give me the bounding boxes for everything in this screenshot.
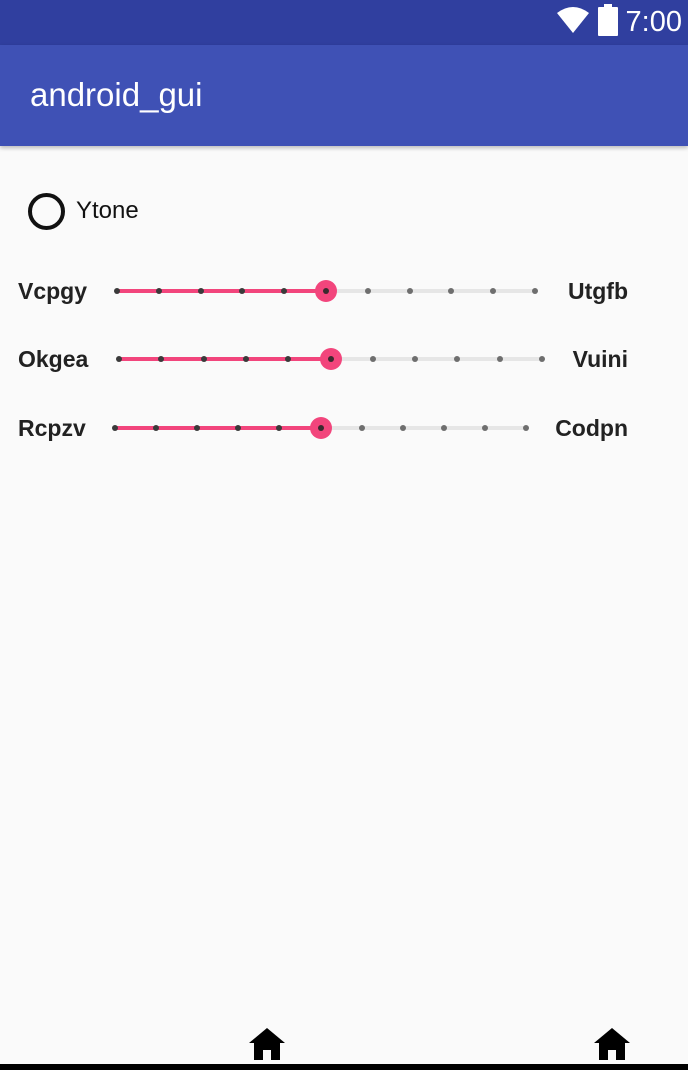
app-bar: android_gui	[0, 45, 688, 146]
slider-right-label: Codpn	[555, 415, 628, 441]
app-title: android_gui	[30, 76, 203, 113]
seekbar-tick	[158, 356, 165, 362]
seekbar-tick	[406, 288, 413, 294]
seekbar-tick	[539, 356, 545, 362]
seekbar-tick	[364, 288, 371, 294]
seekbar-tick	[490, 288, 497, 294]
slider-row: Vcpgy Utgfb	[0, 271, 688, 311]
seekbar-tick	[155, 288, 162, 294]
seekbar-tick	[200, 356, 207, 362]
slider-right-label: Utgfb	[567, 278, 628, 304]
seekbar-tick	[496, 356, 503, 362]
bottom-bar	[0, 1064, 688, 1070]
seekbar[interactable]	[116, 339, 545, 379]
slider-left-label: Okgea	[18, 346, 89, 372]
seekbar-tick	[194, 425, 201, 431]
seekbar-tick	[281, 288, 288, 294]
seekbar-tick	[276, 425, 283, 431]
seekbar-tick	[235, 425, 242, 431]
radio-button-ytone[interactable]: Ytone	[28, 192, 139, 230]
seekbar-tick	[116, 356, 122, 362]
status-time: 7:00	[625, 6, 682, 38]
seekbar-progress	[117, 289, 326, 293]
wifi-icon	[556, 6, 590, 39]
seekbar-tick	[112, 425, 118, 431]
seekbar-thumb[interactable]	[319, 348, 342, 370]
seekbar-tick	[242, 356, 249, 362]
seekbar-tick	[369, 356, 376, 362]
slider-right-label: Vuini	[572, 346, 628, 372]
seekbar-tick	[532, 288, 538, 294]
seekbar-tick	[454, 356, 461, 362]
seekbar-tick	[448, 288, 455, 294]
seekbar-progress	[115, 426, 321, 430]
seekbar[interactable]	[112, 408, 529, 448]
home-icon[interactable]	[248, 1026, 286, 1062]
seekbar-thumb[interactable]	[309, 417, 332, 439]
seekbar-tick	[358, 425, 365, 431]
slider-left-label: Rcpzv	[18, 415, 86, 441]
slider-left-label: Vcpgy	[18, 278, 88, 304]
battery-icon	[597, 4, 618, 41]
radio-label: Ytone	[76, 197, 139, 224]
seekbar-tick	[197, 288, 204, 294]
home-icon[interactable]	[593, 1026, 631, 1062]
seekbar-tick	[481, 425, 488, 431]
seekbar-tick	[114, 288, 120, 294]
slider-row: Rcpzv Codpn	[0, 408, 688, 448]
seekbar-tick	[399, 425, 406, 431]
seekbar-tick	[523, 425, 529, 431]
seekbar-tick	[412, 356, 419, 362]
seekbar-tick	[153, 425, 160, 431]
radio-circle[interactable]	[28, 192, 65, 230]
seekbar[interactable]	[114, 271, 538, 311]
seekbar-tick	[440, 425, 447, 431]
seekbar-tick	[239, 288, 246, 294]
seekbar-progress	[119, 357, 331, 361]
seekbar-tick	[285, 356, 292, 362]
seekbar-thumb[interactable]	[315, 280, 337, 302]
slider-row: Okgea Vuini	[0, 339, 688, 379]
status-bar: 7:00	[0, 0, 688, 45]
status-icons: 7:00	[556, 0, 682, 45]
